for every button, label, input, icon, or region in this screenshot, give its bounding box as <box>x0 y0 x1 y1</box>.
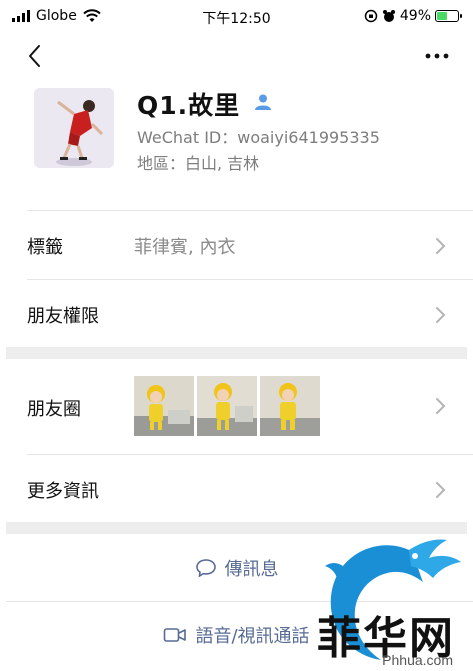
wechat-id: WeChat ID：woaiyi641995335 <box>137 128 380 147</box>
battery-percent: 49% <box>399 8 431 24</box>
profile-name: Q1.故里 <box>137 91 241 120</box>
alarm-icon <box>382 10 395 22</box>
battery-icon <box>435 10 462 22</box>
moments-label: 朋友圈 <box>27 399 81 420</box>
row-friend-permissions[interactable]: 朋友權限 <box>0 280 473 348</box>
friend-permissions-label: 朋友權限 <box>27 306 99 327</box>
tags-value: 菲律賓, 內衣 <box>134 237 236 258</box>
navigation-bar <box>0 36 473 76</box>
more-options-icon[interactable] <box>423 44 451 68</box>
chevron-right-icon <box>436 482 446 498</box>
message-bubble-icon <box>195 559 216 578</box>
tags-label: 標籤 <box>27 237 63 258</box>
more-info-label: 更多資訊 <box>27 481 99 502</box>
moments-thumbnails <box>134 376 324 436</box>
status-right: 49% <box>364 8 462 24</box>
moments-photo[interactable] <box>260 376 320 436</box>
back-chevron-icon[interactable] <box>22 42 48 70</box>
moments-photo[interactable] <box>197 376 257 436</box>
section-separator <box>6 347 467 359</box>
voice-video-call-label: 語音/視訊通話 <box>195 626 310 647</box>
row-tags[interactable]: 標籤 菲律賓, 內衣 <box>0 211 473 279</box>
send-message-label: 傳訊息 <box>224 559 279 580</box>
chevron-right-icon <box>436 307 446 323</box>
profile-header: Q1.故里 WeChat ID：woaiyi641995335 地區：白山, 吉… <box>0 80 473 200</box>
watermark-url: Phhua.com <box>382 652 453 668</box>
chevron-right-icon <box>436 238 446 254</box>
avatar[interactable] <box>34 88 114 168</box>
orientation-lock-icon <box>364 9 378 23</box>
moments-photo[interactable] <box>134 376 194 436</box>
watermark-logo: 菲华网 Phhua.com <box>297 532 467 669</box>
video-camera-icon <box>164 628 187 642</box>
row-moments[interactable]: 朋友圈 <box>0 359 473 454</box>
status-bar: Globe 下午12:50 49% <box>0 0 473 34</box>
chevron-right-icon <box>436 398 446 414</box>
row-more-info[interactable]: 更多資訊 <box>0 455 473 523</box>
region: 地區：白山, 吉林 <box>137 154 260 173</box>
person-icon <box>255 94 271 110</box>
